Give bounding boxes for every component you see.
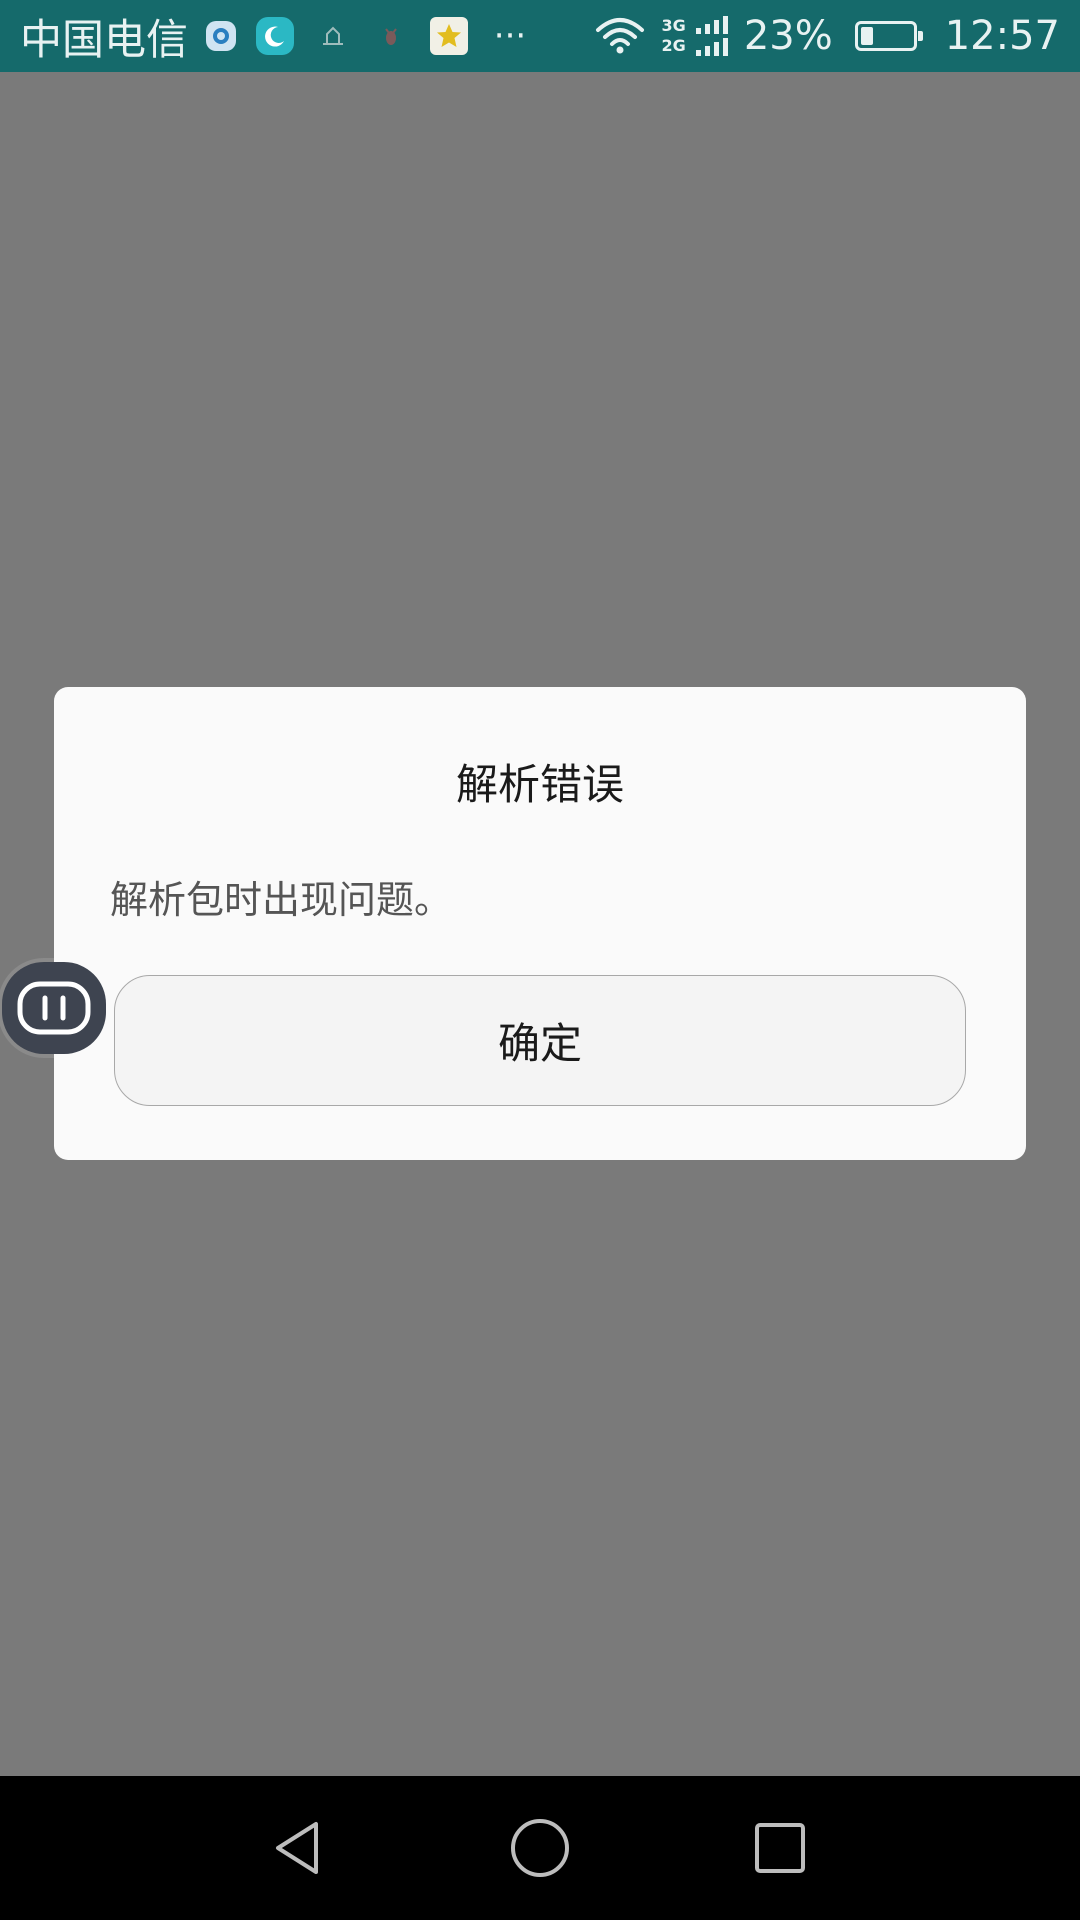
browser-icon — [206, 21, 237, 51]
back-triangle-icon — [276, 1822, 318, 1874]
signal-icon — [695, 16, 728, 56]
confirm-button[interactable]: 确定 — [114, 975, 966, 1106]
dialog-title: 解析错误 — [455, 760, 624, 809]
notification-icons: ··· — [206, 16, 532, 56]
star-app-icon — [430, 17, 469, 55]
floating-assistant-button[interactable] — [2, 962, 106, 1054]
assistant-face-icon — [17, 981, 91, 1035]
nav-recent-apps-button[interactable] — [730, 1798, 830, 1898]
carrier-name: 中国电信 — [20, 14, 189, 64]
nav-back-button[interactable] — [250, 1798, 350, 1898]
network-type-primary: 3G — [661, 16, 686, 35]
battery-percent: 23% — [743, 13, 833, 59]
clock: 12:57 — [944, 13, 1060, 59]
network-type: 3G 2G — [662, 16, 686, 56]
battery-fill — [860, 27, 873, 45]
error-dialog: 解析错误 解析包时出现问题。 确定 — [54, 687, 1026, 1160]
battery-icon — [854, 21, 923, 51]
recent-square-icon — [755, 1823, 805, 1873]
wifi-icon — [595, 18, 644, 54]
status-right: 3G 2G 23% 12:57 — [594, 13, 1060, 59]
nav-home-button[interactable] — [490, 1798, 590, 1898]
status-bar: 中国电信 ··· 3G 2G 23% 12:57 — [0, 0, 1080, 72]
network-type-secondary: 2G — [661, 36, 686, 55]
weather-icon — [314, 17, 352, 55]
navigation-bar — [0, 1776, 1080, 1920]
home-circle-icon — [511, 1819, 569, 1877]
pest-icon — [372, 17, 410, 55]
more-notifications-icon: ··· — [493, 16, 527, 56]
moon-app-icon — [256, 17, 295, 55]
dialog-message: 解析包时出现问题。 — [110, 878, 453, 922]
